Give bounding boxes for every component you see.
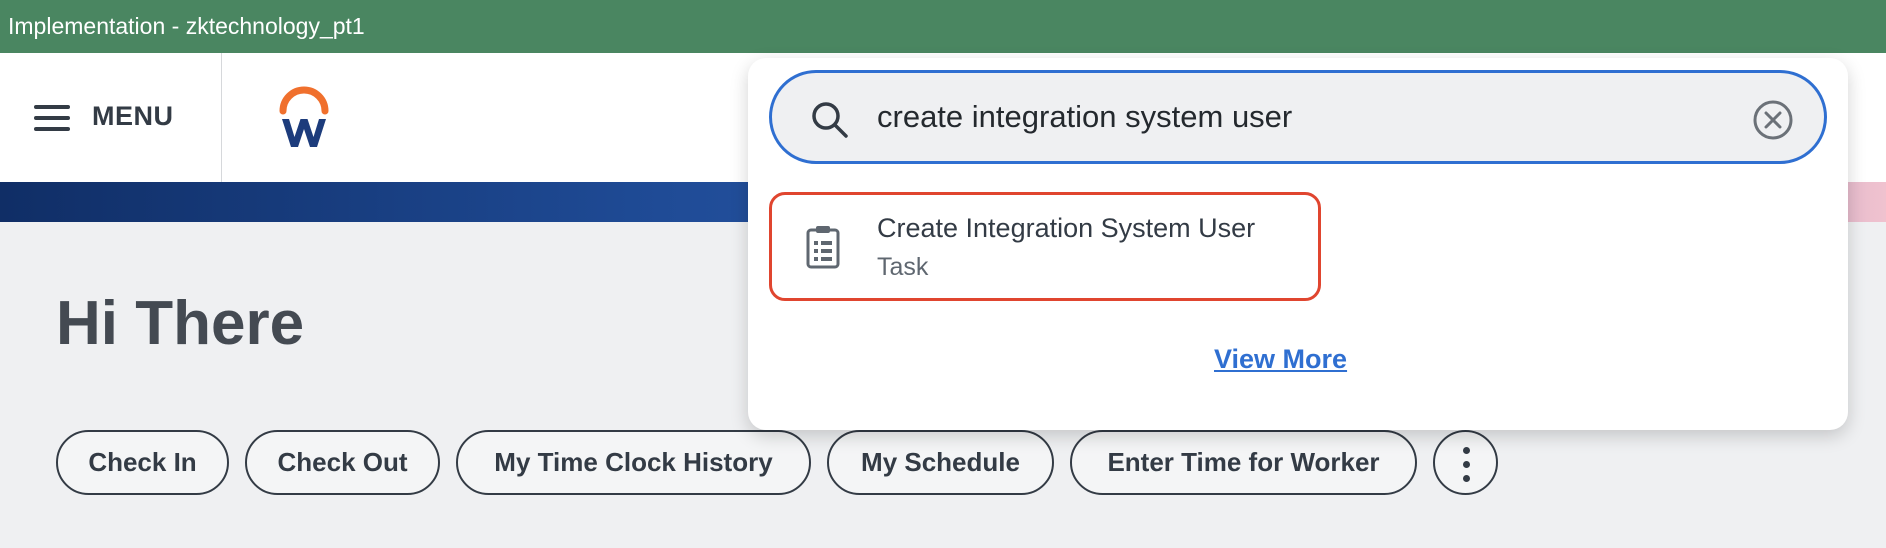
vertical-ellipsis-icon[interactable]: [1433, 430, 1498, 495]
search-result-title: Create Integration System User: [877, 213, 1256, 243]
my-time-clock-history-button[interactable]: My Time Clock History: [456, 430, 811, 495]
check-in-button[interactable]: Check In: [56, 430, 229, 495]
search-panel: create integration system user Create In…: [748, 58, 1848, 430]
clipboard-icon: [805, 225, 841, 269]
search-query[interactable]: create integration system user: [877, 97, 1292, 137]
search-result-type: Task: [877, 253, 929, 281]
workday-logo-icon[interactable]: [276, 85, 332, 151]
window-title: Implementation - zktechnology_pt1: [8, 13, 365, 39]
hamburger-icon: [34, 105, 70, 131]
enter-time-for-worker-button[interactable]: Enter Time for Worker: [1070, 430, 1417, 495]
menu-button[interactable]: MENU: [0, 53, 222, 182]
search-icon: [810, 100, 850, 140]
my-schedule-button[interactable]: My Schedule: [827, 430, 1054, 495]
view-more-link[interactable]: View More: [1214, 342, 1347, 376]
page-greeting: Hi There: [56, 289, 305, 358]
search-input[interactable]: create integration system user: [769, 70, 1827, 164]
clear-search-icon[interactable]: [1752, 99, 1794, 141]
check-out-button[interactable]: Check Out: [245, 430, 440, 495]
search-result-item[interactable]: Create Integration System User Task: [769, 192, 1321, 301]
menu-label: MENU: [92, 101, 174, 131]
window-title-bar: Implementation - zktechnology_pt1: [0, 0, 1886, 53]
